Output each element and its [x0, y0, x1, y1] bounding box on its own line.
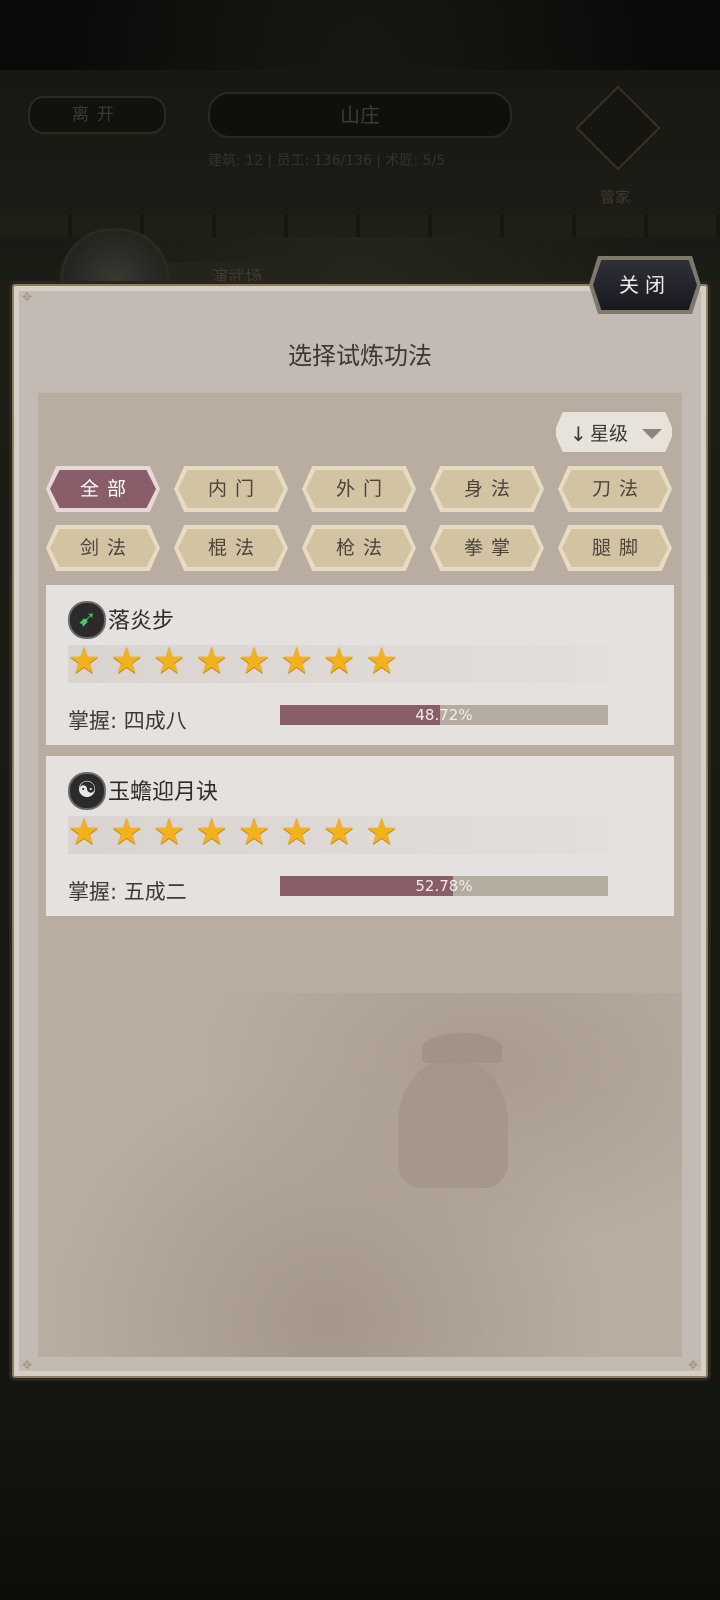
corner-ornament-icon: ✥ — [687, 1358, 699, 1372]
star-icon: ★ — [68, 641, 101, 682]
sort-down-arrow-icon: ↓ — [570, 422, 587, 446]
mastery-progress-bar: 52.78% — [280, 876, 608, 896]
sort-label: 星级 — [590, 423, 629, 445]
ink-landscape-decoration — [38, 993, 682, 1357]
corner-ornament-icon: ✥ — [21, 290, 33, 304]
yin-yang-icon: ☯ — [68, 772, 106, 810]
sort-star-dropdown[interactable]: ↓ 星级 — [554, 410, 674, 454]
star-icon: ★ — [195, 812, 228, 853]
skill-name: 玉蟾迎月诀 — [108, 780, 219, 805]
modal-title: 选择试炼功法 — [288, 342, 432, 370]
filter-label: 全部 — [79, 478, 134, 500]
mastery-label: 掌握: 四成八 — [68, 709, 187, 733]
filter-label: 剑法 — [79, 537, 134, 559]
star-icon: ★ — [280, 812, 313, 853]
star-icon: ★ — [238, 812, 271, 853]
corner-ornament-icon: ✥ — [21, 1358, 33, 1372]
star-rating: ★ ★ ★ ★ ★ ★ ★ ★ — [68, 812, 608, 854]
filter-label: 枪法 — [335, 537, 390, 559]
skill-card[interactable]: ☯ 玉蟾迎月诀 ★ ★ ★ ★ ★ ★ ★ ★ 掌握: 五成二 52.78% — [46, 756, 674, 916]
star-icon: ★ — [153, 641, 186, 682]
progress-percent: 48.72% — [415, 706, 473, 724]
skill-name: 落炎步 — [108, 609, 175, 634]
filter-staff[interactable]: 棍法 — [174, 525, 288, 571]
straw-hat-decoration — [422, 1033, 502, 1063]
filter-label: 外门 — [335, 478, 390, 500]
filter-label: 棍法 — [207, 537, 262, 559]
star-icon: ★ — [365, 641, 398, 682]
filter-label: 内门 — [207, 478, 262, 500]
skill-card[interactable]: ➹ 落炎步 ★ ★ ★ ★ ★ ★ ★ ★ 掌握: 四成八 48.72% — [46, 585, 674, 745]
filter-sword[interactable]: 剑法 — [46, 525, 160, 571]
leave-button: 离开 — [28, 96, 166, 134]
filter-label: 拳掌 — [463, 537, 518, 559]
progress-percent: 52.78% — [415, 877, 473, 895]
star-icon: ★ — [68, 812, 101, 853]
star-icon: ★ — [323, 812, 356, 853]
star-icon: ★ — [195, 641, 228, 682]
footstep-icon: ➹ — [68, 601, 106, 639]
star-icon: ★ — [323, 641, 356, 682]
filter-leg[interactable]: 腿脚 — [558, 525, 672, 571]
star-icon: ★ — [238, 641, 271, 682]
filter-inner-sect[interactable]: 内门 — [174, 466, 288, 512]
chevron-down-icon — [642, 429, 662, 439]
mastery-progress-bar: 48.72% — [280, 705, 608, 725]
filter-fist[interactable]: 拳掌 — [430, 525, 544, 571]
star-icon: ★ — [365, 812, 398, 853]
star-rating: ★ ★ ★ ★ ★ ★ ★ ★ — [68, 641, 608, 683]
manager-label: 管家 — [600, 188, 631, 206]
star-icon: ★ — [153, 812, 186, 853]
filter-outer-sect[interactable]: 外门 — [302, 466, 416, 512]
filter-label: 身法 — [463, 478, 518, 500]
filter-spear[interactable]: 枪法 — [302, 525, 416, 571]
filter-label: 腿脚 — [591, 537, 646, 559]
filter-saber[interactable]: 刀法 — [558, 466, 672, 512]
filter-label: 刀法 — [591, 478, 646, 500]
star-icon: ★ — [110, 812, 143, 853]
estate-stats: 建筑: 12 | 员工: 136/136 | 术匠: 5/5 — [208, 153, 446, 169]
filter-movement[interactable]: 身法 — [430, 466, 544, 512]
mastery-label: 掌握: 五成二 — [68, 880, 187, 904]
star-icon: ★ — [110, 641, 143, 682]
estate-title: 山庄 — [208, 92, 512, 138]
fisherman-silhouette-decoration — [398, 1058, 508, 1188]
close-button[interactable]: 关闭 — [593, 260, 697, 310]
star-icon: ★ — [280, 641, 313, 682]
filter-all[interactable]: 全部 — [46, 466, 160, 512]
